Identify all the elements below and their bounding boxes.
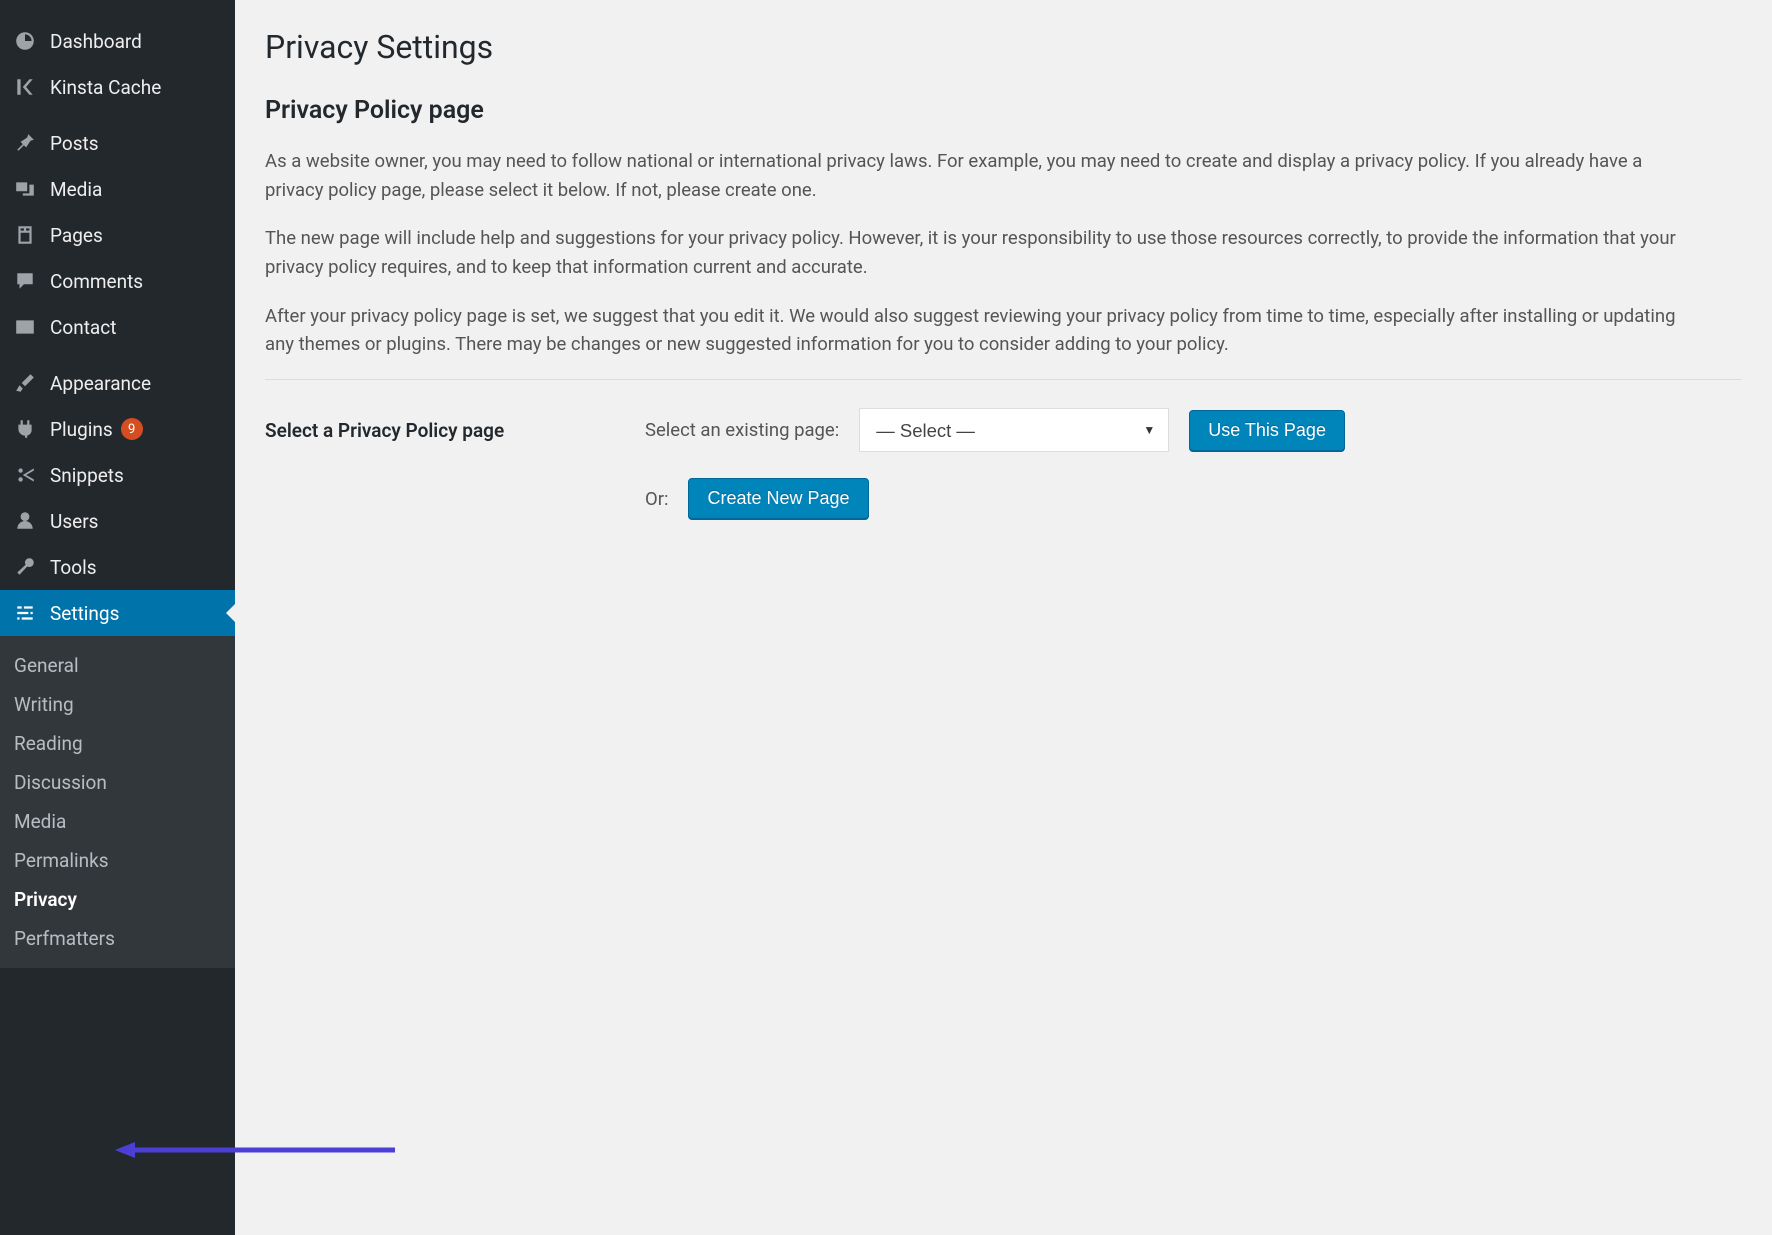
privacy-page-select[interactable]: — Select — [859, 408, 1169, 452]
sidebar-item-label: Tools [50, 556, 97, 579]
intro-paragraph-3: After your privacy policy page is set, w… [265, 302, 1705, 359]
submenu-item-writing[interactable]: Writing [0, 685, 235, 724]
sidebar-item-plugins[interactable]: Plugins 9 [0, 406, 235, 452]
section-heading: Privacy Policy page [265, 96, 1742, 125]
kinsta-icon [12, 74, 38, 100]
media-icon [12, 176, 38, 202]
sidebar-item-tools[interactable]: Tools [0, 544, 235, 590]
scissors-icon [12, 462, 38, 488]
create-new-page-button[interactable]: Create New Page [688, 478, 868, 519]
sliders-icon [12, 600, 38, 626]
submenu-item-perfmatters[interactable]: Perfmatters [0, 919, 235, 958]
submenu-item-media[interactable]: Media [0, 802, 235, 841]
sidebar-item-label: Plugins [50, 418, 113, 441]
privacy-form: Select a Privacy Policy page Select an e… [265, 379, 1742, 519]
sidebar-item-label: Settings [50, 602, 119, 625]
sidebar-item-label: Posts [50, 132, 99, 155]
use-this-page-button[interactable]: Use This Page [1189, 410, 1345, 451]
submenu-item-general[interactable]: General [0, 646, 235, 685]
plugin-update-badge: 9 [121, 418, 143, 440]
form-label: Select a Privacy Policy page [265, 419, 645, 442]
page-title: Privacy Settings [265, 28, 1742, 66]
intro-paragraph-2: The new page will include help and sugge… [265, 224, 1705, 281]
submenu-item-discussion[interactable]: Discussion [0, 763, 235, 802]
sidebar-item-label: Media [50, 178, 102, 201]
dashboard-icon [12, 28, 38, 54]
sidebar-item-kinsta-cache[interactable]: Kinsta Cache [0, 64, 235, 110]
submenu-item-reading[interactable]: Reading [0, 724, 235, 763]
sidebar-item-media[interactable]: Media [0, 166, 235, 212]
sidebar-item-appearance[interactable]: Appearance [0, 360, 235, 406]
sidebar-item-contact[interactable]: Contact [0, 304, 235, 350]
or-label: Or: [645, 488, 668, 510]
main-content: Privacy Settings Privacy Policy page As … [235, 0, 1772, 1235]
wrench-icon [12, 554, 38, 580]
sidebar-item-label: Comments [50, 270, 143, 293]
comment-icon [12, 268, 38, 294]
plug-icon [12, 416, 38, 442]
settings-submenu: General Writing Reading Discussion Media… [0, 636, 235, 968]
sidebar-item-label: Kinsta Cache [50, 76, 161, 99]
sidebar-item-dashboard[interactable]: Dashboard [0, 18, 235, 64]
sidebar-item-comments[interactable]: Comments [0, 258, 235, 304]
submenu-item-privacy[interactable]: Privacy [0, 880, 235, 919]
sidebar-item-label: Users [50, 510, 98, 533]
sidebar-item-label: Contact [50, 316, 116, 339]
submenu-item-permalinks[interactable]: Permalinks [0, 841, 235, 880]
page-icon [12, 222, 38, 248]
sidebar-item-label: Pages [50, 224, 103, 247]
admin-sidebar: Dashboard Kinsta Cache Posts Media Pages… [0, 0, 235, 1235]
sidebar-item-users[interactable]: Users [0, 498, 235, 544]
existing-page-label: Select an existing page: [645, 419, 839, 441]
intro-paragraph-1: As a website owner, you may need to foll… [265, 147, 1705, 204]
sidebar-item-settings[interactable]: Settings [0, 590, 235, 636]
mail-icon [12, 314, 38, 340]
menu-separator [0, 110, 235, 120]
sidebar-item-label: Appearance [50, 372, 151, 395]
sidebar-item-snippets[interactable]: Snippets [0, 452, 235, 498]
sidebar-item-label: Snippets [50, 464, 124, 487]
sidebar-item-pages[interactable]: Pages [0, 212, 235, 258]
pin-icon [12, 130, 38, 156]
brush-icon [12, 370, 38, 396]
sidebar-item-posts[interactable]: Posts [0, 120, 235, 166]
sidebar-item-label: Dashboard [50, 30, 142, 53]
menu-separator [0, 350, 235, 360]
user-icon [12, 508, 38, 534]
